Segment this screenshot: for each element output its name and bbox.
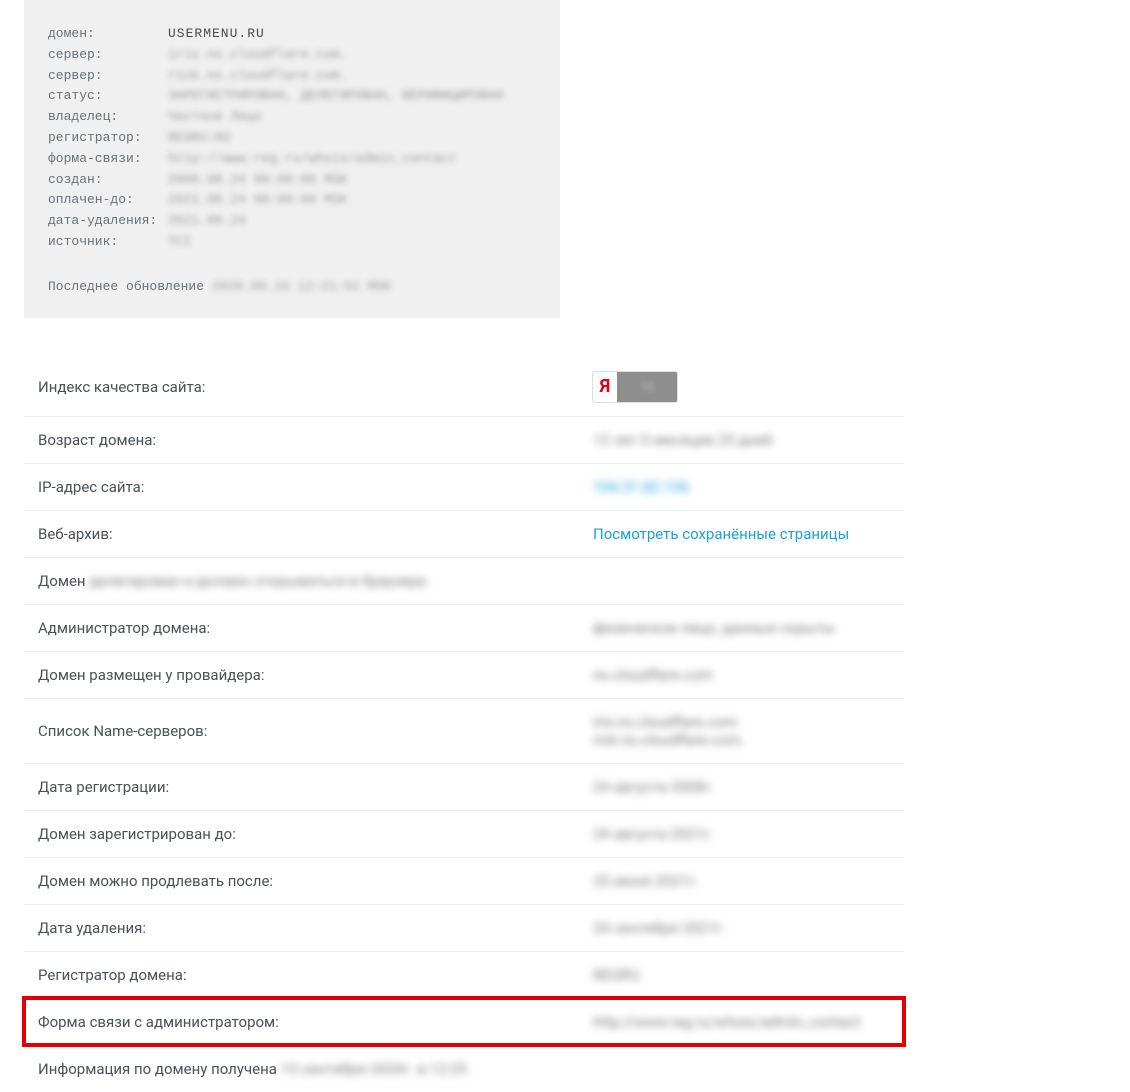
whois-row: оплачен-до:2021.08.24 00:00:00 MSK — [48, 190, 536, 211]
row-domain-admin: Администратор домена: физическое лицо, д… — [24, 604, 904, 651]
value-domain-age: 12 лет 0 месяцев 25 дней — [593, 431, 890, 449]
row-domain-age: Возраст домена: 12 лет 0 месяцев 25 дней — [24, 416, 904, 463]
whois-row-value: 2021.09.24 — [168, 211, 246, 232]
yandex-score: 10 — [617, 372, 677, 402]
row-info-retrieved: Информация по домену получена 15 сентябр… — [24, 1045, 904, 1092]
whois-row-label: форма-связи: — [48, 149, 168, 170]
label-admin-contact-form: Форма связи с администратором: — [38, 1013, 593, 1031]
label-domain-admin: Администратор домена: — [38, 619, 593, 637]
whois-row-value: USERMENU.RU — [168, 24, 265, 45]
whois-row-label: сервер: — [48, 45, 168, 66]
whois-row-value: REGRU-RU — [168, 128, 230, 149]
whois-row: регистратор:REGRU-RU — [48, 128, 536, 149]
whois-row: создан:2008.08.24 00:00:00 MSK — [48, 170, 536, 191]
whois-last-update: Последнее обновление 2020.09.15 12:21:51… — [48, 277, 536, 298]
whois-row-value: TCI — [168, 232, 191, 253]
row-delegation-status: Домен делегирован и должен открываться в… — [24, 557, 904, 604]
value-renew-after: 25 июня 2021г. — [593, 872, 890, 890]
whois-row: статус:ЗАРЕГИСТРИРОВАН, ДЕЛЕГИРОВАН, ВЕР… — [48, 86, 536, 107]
whois-row-label: создан: — [48, 170, 168, 191]
label-quality-index: Индекс качества сайта: — [38, 378, 593, 396]
whois-row-label: статус: — [48, 86, 168, 107]
yandex-logo-letter: Я — [593, 372, 617, 402]
row-provider: Домен размещен у провайдера: ns.cloudfla… — [24, 651, 904, 698]
whois-row-label: дата-удаления: — [48, 211, 168, 232]
label-provider: Домен размещен у провайдера: — [38, 666, 593, 684]
row-registered-until: Домен зарегистрирован до: 24 августа 202… — [24, 810, 904, 857]
whois-row-value: 2021.08.24 00:00:00 MSK — [168, 190, 347, 211]
row-registration-date: Дата регистрации: 24 августа 2008г. — [24, 763, 904, 810]
label-name-servers: Список Name-серверов: — [38, 722, 593, 740]
whois-update-prefix: Последнее обновление — [48, 277, 204, 298]
value-name-servers: iris.ns.cloudflare.com. rick.ns.cloudfla… — [593, 713, 890, 749]
label-web-archive: Веб-архив: — [38, 525, 593, 543]
whois-row-label: сервер: — [48, 66, 168, 87]
label-registration-date: Дата регистрации: — [38, 778, 593, 796]
whois-row: дата-удаления:2021.09.24 — [48, 211, 536, 232]
label-ip-address: IP-адрес сайта: — [38, 478, 593, 496]
whois-row-label: владелец: — [48, 107, 168, 128]
ns-value-1: iris.ns.cloudflare.com. — [593, 713, 890, 731]
link-web-archive[interactable]: Посмотреть сохранённые страницы — [593, 525, 890, 543]
label-info-retrieved: Информация по домену получена — [38, 1060, 277, 1078]
row-registrar: Регистратор домена: REGRU — [24, 951, 904, 998]
whois-row: сервер:rick.ns.cloudflare.com. — [48, 66, 536, 87]
row-quality-index: Индекс качества сайта: Я 10 — [24, 358, 904, 416]
value-deletion-date: 24 сентября 2021г. — [593, 919, 890, 937]
label-renew-after: Домен можно продлевать после: — [38, 872, 593, 890]
yandex-badge[interactable]: Я 10 — [593, 372, 677, 402]
label-domain-age: Возраст домена: — [38, 431, 593, 449]
value-domain-admin: физическое лицо, данные скрыты — [593, 619, 890, 637]
value-provider: ns.cloudflare.com — [593, 666, 890, 684]
value-registration-date: 24 августа 2008г. — [593, 778, 890, 796]
label-registrar: Регистратор домена: — [38, 966, 593, 984]
whois-row-label: домен: — [48, 24, 168, 45]
whois-row-value: iris.ns.cloudflare.com. — [168, 45, 347, 66]
value-registrar: REGRU — [593, 966, 890, 984]
whois-row: сервер:iris.ns.cloudflare.com. — [48, 45, 536, 66]
value-ip-address[interactable]: 104.31.82.136 — [593, 478, 890, 496]
whois-row-value: 2008.08.24 00:00:00 MSK — [168, 170, 347, 191]
label-deletion-date: Дата удаления: — [38, 919, 593, 937]
whois-row: форма-связи:http://www.reg.ru/whois/admi… — [48, 149, 536, 170]
value-admin-contact-form: http://www.reg.ru/whois/admin_contact — [593, 1013, 890, 1031]
domain-info-table: Индекс качества сайта: Я 10 Возраст доме… — [24, 358, 904, 1092]
whois-row-label: оплачен-до: — [48, 190, 168, 211]
whois-row: владелец:Частное Лицо — [48, 107, 536, 128]
row-name-servers: Список Name-серверов: iris.ns.cloudflare… — [24, 698, 904, 763]
whois-row-value: Частное Лицо — [168, 107, 262, 128]
ns-value-2: rick.ns.cloudflare.com. — [593, 731, 890, 749]
row-deletion-date: Дата удаления: 24 сентября 2021г. — [24, 904, 904, 951]
whois-row-value: http://www.reg.ru/whois/admin_contact — [168, 149, 457, 170]
whois-row: домен:USERMENU.RU — [48, 24, 536, 45]
label-delegated-prefix: Домен — [38, 572, 86, 590]
whois-row-value: ЗАРЕГИСТРИРОВАН, ДЕЛЕГИРОВАН, ВЕРИФИЦИРО… — [168, 86, 503, 107]
whois-update-date: 2020.09.15 12:21:51 MSK — [212, 277, 391, 298]
value-info-retrieved-date: 15 сентября 2020г. в 12:25 — [281, 1060, 467, 1078]
whois-row-value: rick.ns.cloudflare.com. — [168, 66, 347, 87]
row-ip-address: IP-адрес сайта: 104.31.82.136 — [24, 463, 904, 510]
row-admin-contact-form: Форма связи с администратором: http://ww… — [24, 998, 904, 1045]
whois-row: источник:TCI — [48, 232, 536, 253]
row-renew-after: Домен можно продлевать после: 25 июня 20… — [24, 857, 904, 904]
value-delegated: делегирован и должен открываться в брауз… — [89, 572, 429, 590]
value-quality-index: Я 10 — [593, 372, 890, 402]
whois-row-label: регистратор: — [48, 128, 168, 149]
row-web-archive: Веб-архив: Посмотреть сохранённые страни… — [24, 510, 904, 557]
whois-panel: домен:USERMENU.RUсервер:iris.ns.cloudfla… — [24, 0, 560, 318]
value-registered-until: 24 августа 2021г. — [593, 825, 890, 843]
whois-row-label: источник: — [48, 232, 168, 253]
label-registered-until: Домен зарегистрирован до: — [38, 825, 593, 843]
